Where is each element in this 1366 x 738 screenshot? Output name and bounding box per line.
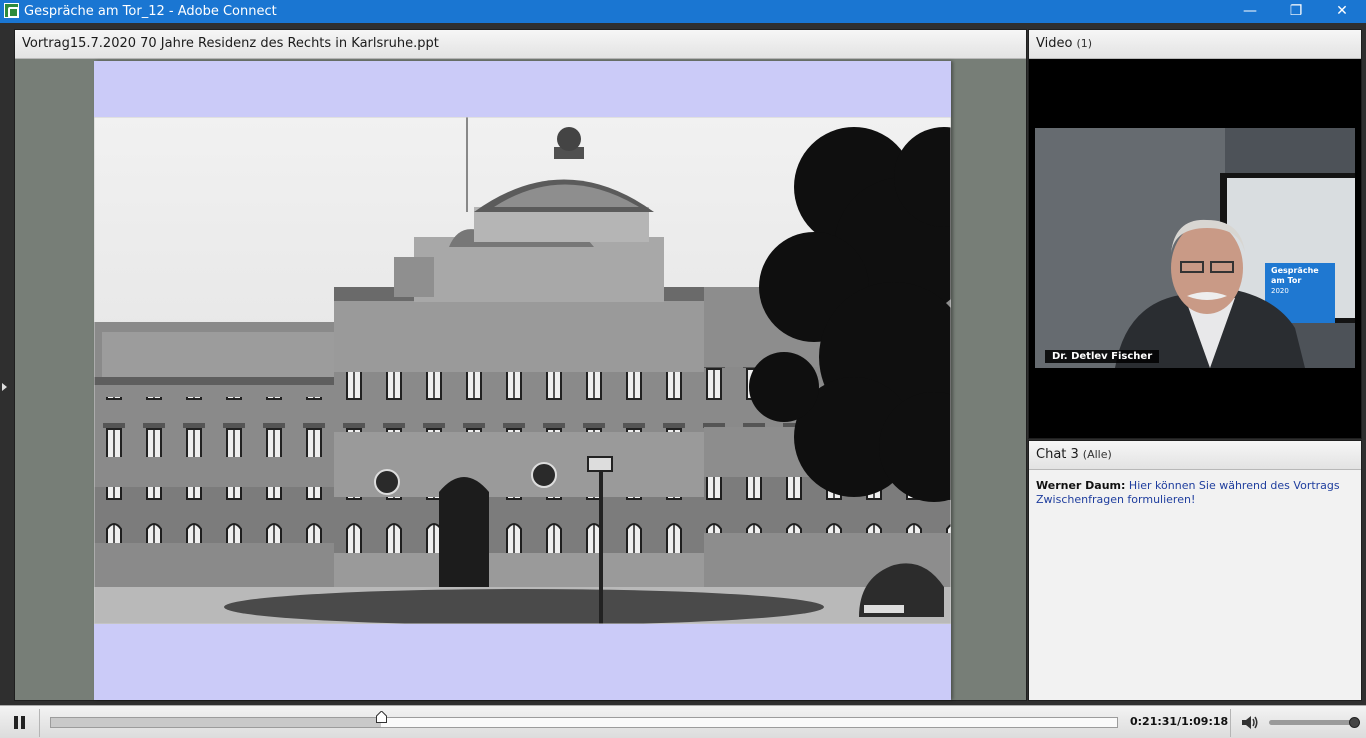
playback-time-readout: 0:21:31/1:09:18 xyxy=(1130,715,1229,728)
share-stage xyxy=(15,59,1026,700)
volume-icon[interactable] xyxy=(1241,714,1259,731)
participant-name-label: Dr. Detlev Fischer xyxy=(1045,350,1160,363)
presentation-slide xyxy=(94,61,951,700)
webcam-video-feed[interactable]: Gespräche am Tor 2020 Dr. Detlev Fischer xyxy=(1035,128,1355,368)
screen-text-line-3: 2020 xyxy=(1271,287,1289,295)
adobe-connect-app-icon xyxy=(4,3,19,18)
pause-button[interactable] xyxy=(8,713,30,733)
chat-message-list[interactable]: Werner Daum: Hier können Sie während des… xyxy=(1029,470,1361,700)
volume-slider-thumb[interactable] xyxy=(1349,717,1360,728)
title-bar: Gespräche am Tor_12 - Adobe Connect — ❐ … xyxy=(0,0,1366,23)
adobe-connect-window: Gespräche am Tor_12 - Adobe Connect — ❐ … xyxy=(0,0,1366,738)
window-title: Gespräche am Tor_12 - Adobe Connect xyxy=(24,4,277,19)
slide-photo-court-building xyxy=(94,117,951,624)
minimize-button[interactable]: — xyxy=(1227,0,1273,23)
volume-slider[interactable] xyxy=(1269,717,1360,728)
share-pod-title: Vortrag15.7.2020 70 Jahre Residenz des R… xyxy=(22,36,439,51)
video-pod: Video (1) Gespräche am Tor 2020 Dr. Detl… xyxy=(1028,29,1362,439)
playback-control-bar: 0:21:31/1:09:18 xyxy=(0,705,1366,738)
video-pod-title: Video xyxy=(1036,36,1073,51)
share-pod-header: Vortrag15.7.2020 70 Jahre Residenz des R… xyxy=(15,30,1026,59)
close-button[interactable]: ✕ xyxy=(1319,0,1365,23)
chat-pod: Chat 3 (Alle) Werner Daum: Hier können Si… xyxy=(1028,440,1362,701)
screen-text-line-2: am Tor xyxy=(1271,276,1301,285)
share-pod: Vortrag15.7.2020 70 Jahre Residenz des R… xyxy=(14,29,1027,701)
seek-bar[interactable] xyxy=(50,717,1118,728)
video-pod-header: Video (1) xyxy=(1029,30,1361,59)
chat-pod-title: Chat 3 xyxy=(1036,447,1079,462)
screen-text-line-1: Gespräche xyxy=(1271,266,1319,275)
chat-message-sender: Werner Daum: xyxy=(1036,479,1126,492)
left-panel-expand-icon[interactable] xyxy=(2,383,7,391)
seek-bar-played xyxy=(51,718,381,727)
pause-icon xyxy=(14,716,18,729)
video-participant-count: (1) xyxy=(1076,37,1093,50)
chat-pod-header: Chat 3 (Alle) xyxy=(1029,441,1361,470)
seek-thumb-icon[interactable] xyxy=(376,711,387,723)
chat-message: Werner Daum: Hier können Sie während des… xyxy=(1036,479,1354,507)
divider xyxy=(1230,709,1231,737)
divider xyxy=(39,709,40,737)
maximize-button[interactable]: ❐ xyxy=(1273,0,1319,23)
chat-scope-label: (Alle) xyxy=(1082,448,1112,461)
